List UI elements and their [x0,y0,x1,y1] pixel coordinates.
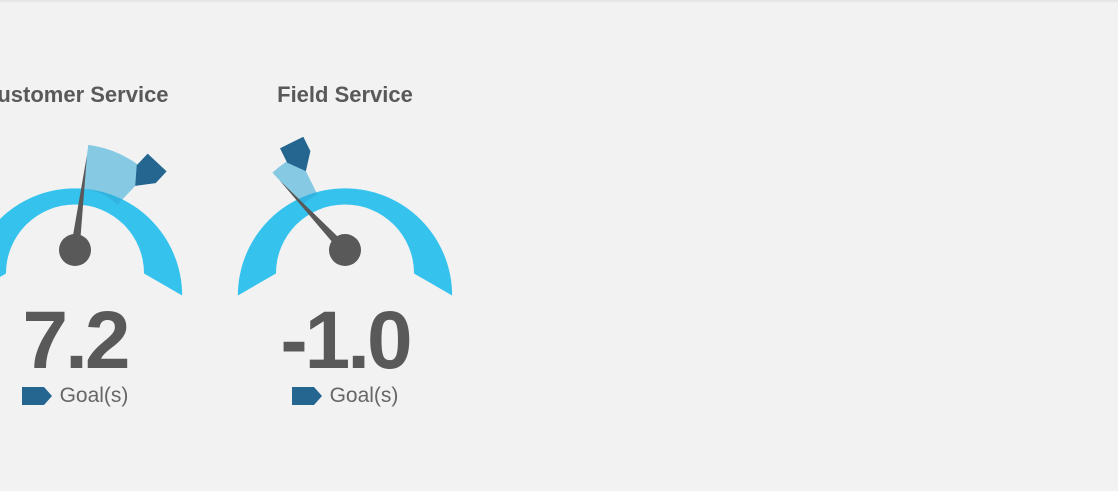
goal-marker-icon [291,387,322,405]
gauge-title: Field Service [277,82,413,107]
gauge-arc [0,188,183,296]
goal-legend-label: Goal(s) [59,384,129,407]
gauge-dial [0,144,183,296]
gauge-value: 7.2 [22,295,131,386]
gauge-field-service[interactable]: Field Service -1.0 Goal(s) [225,76,465,416]
gauge-dial [237,136,453,296]
needle-hub [59,234,91,266]
goal-legend-label: Goal(s) [329,384,399,407]
gauge-customer-service[interactable]: Customer Service 7.2 Goal(s) [0,76,195,416]
top-border [0,0,1118,3]
goal-legend: Goal(s) [225,384,465,408]
goal-marker-icon [135,153,167,186]
goal-legend: Goal(s) [0,384,195,408]
gauge-title: Customer Service [0,82,169,107]
gauge-value: -1.0 [280,295,412,386]
needle-hub [329,234,361,266]
goal-marker-icon [21,387,52,405]
